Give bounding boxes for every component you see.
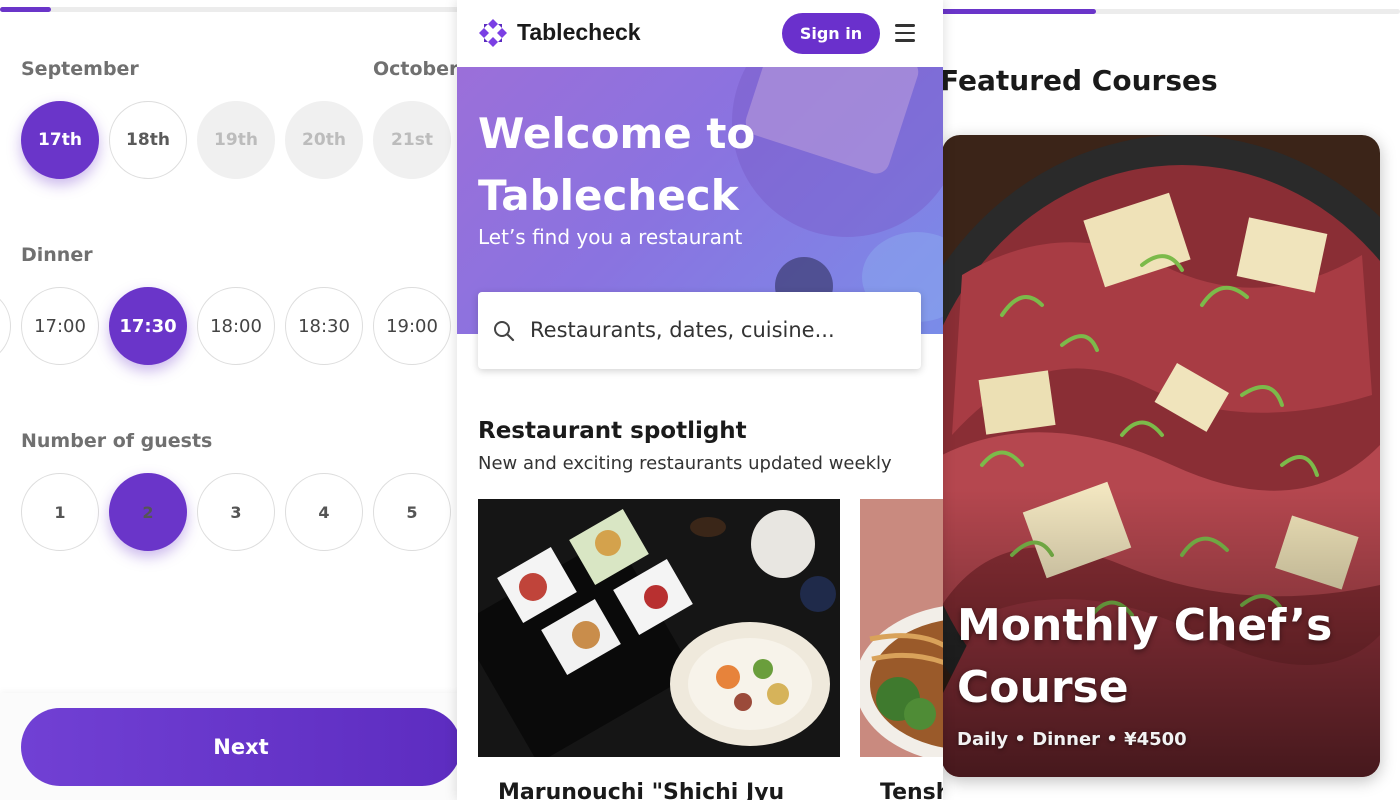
time-option-1700[interactable]: 17:00	[21, 287, 99, 365]
tablecheck-logo-icon[interactable]	[478, 18, 508, 48]
restaurant-card[interactable]: Marunouchi "Shichi Jyu	[478, 499, 840, 800]
date-option-18th[interactable]: 18th	[109, 101, 187, 179]
guests-label: Number of guests	[21, 430, 213, 452]
time-option-1830[interactable]: 18:30	[285, 287, 363, 365]
sign-in-button[interactable]: Sign in	[782, 13, 880, 54]
time-option-1900[interactable]: 19:00	[373, 287, 451, 365]
time-option-1730[interactable]: 17:30	[109, 287, 187, 365]
time-option-1800[interactable]: 18:00	[197, 287, 275, 365]
guest-option-5[interactable]: 5	[373, 473, 451, 551]
time-option-partial[interactable]	[0, 287, 11, 365]
hamburger-menu-icon[interactable]	[895, 24, 915, 42]
date-option-17th[interactable]: 17th	[21, 101, 99, 179]
date-option-20th[interactable]: 20th	[285, 101, 363, 179]
booking-panel: September October 17th 18th 19th 20th 21…	[0, 0, 460, 800]
course-card[interactable]: Monthly Chef’s Course Daily • Dinner • ¥…	[942, 135, 1380, 777]
date-option-19th[interactable]: 19th	[197, 101, 275, 179]
booking-progress-bar	[0, 7, 460, 12]
guest-option-2[interactable]: 2	[109, 473, 187, 551]
hero-subtitle: Let’s find you a restaurant	[478, 225, 743, 249]
home-screen: Tablecheck Sign in Welcome to Tablecheck…	[457, 0, 943, 800]
next-button[interactable]: Next	[21, 708, 460, 786]
restaurant-name: Marunouchi "Shichi Jyu	[498, 780, 785, 800]
app-name: Tablecheck	[517, 19, 641, 45]
restaurant-photo	[478, 499, 840, 757]
guest-option-1[interactable]: 1	[21, 473, 99, 551]
course-meta: Daily • Dinner • ¥4500	[957, 729, 1187, 750]
spotlight-subtitle: New and exciting restaurants updated wee…	[478, 453, 892, 474]
search-input[interactable]: Restaurants, dates, cuisine...	[478, 292, 921, 369]
search-placeholder: Restaurants, dates, cuisine...	[530, 318, 835, 342]
featured-progress-bar	[940, 9, 1400, 14]
spotlight-title: Restaurant spotlight	[478, 418, 747, 444]
featured-title: Featured Courses	[940, 64, 1218, 97]
hero-title: Welcome to Tablecheck	[478, 109, 756, 220]
app-header: Tablecheck Sign in	[457, 0, 943, 67]
meal-label: Dinner	[21, 244, 93, 266]
month-label-september: September	[21, 58, 139, 80]
booking-progress-fill	[0, 7, 51, 12]
featured-progress-fill	[940, 9, 1097, 14]
month-label-october: October	[373, 58, 459, 80]
guest-option-4[interactable]: 4	[285, 473, 363, 551]
restaurant-name: Tensh	[880, 780, 943, 800]
restaurant-photo	[860, 499, 943, 757]
featured-panel: Featured Courses Monthly Chef’s Course D…	[940, 0, 1400, 800]
restaurant-card[interactable]: Tensh	[860, 499, 943, 800]
date-option-21st[interactable]: 21st	[373, 101, 451, 179]
guest-option-3[interactable]: 3	[197, 473, 275, 551]
search-icon	[494, 321, 515, 342]
course-name: Monthly Chef’s Course	[957, 600, 1333, 713]
